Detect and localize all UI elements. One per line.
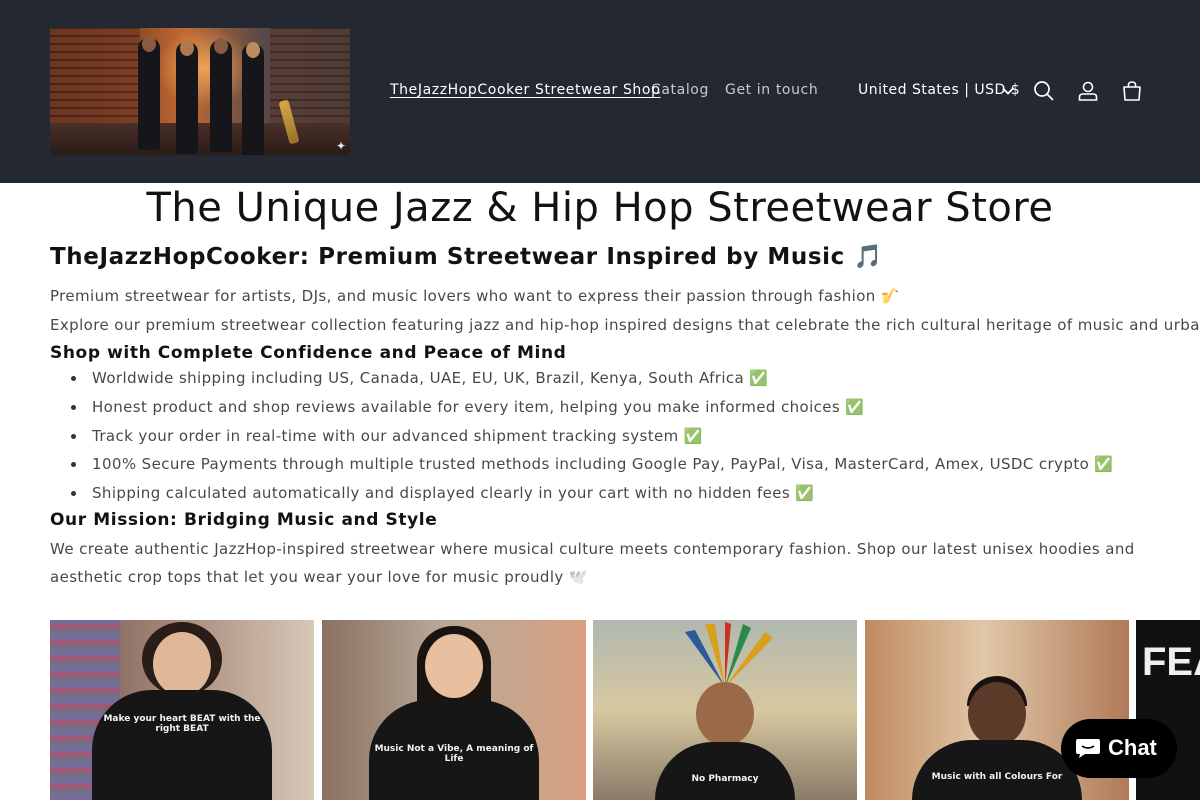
chat-label: Chat — [1108, 735, 1157, 760]
mission-paragraph: We create authentic JazzHop-inspired str… — [50, 540, 1135, 586]
logo-person — [176, 40, 198, 154]
logo-person — [138, 36, 160, 150]
model-face — [968, 682, 1026, 746]
list-item: Shipping calculated automatically and di… — [50, 482, 1113, 511]
chevron-down-icon[interactable] — [1001, 84, 1015, 98]
product-card[interactable]: No Pharmacy — [593, 620, 857, 800]
logo-person-head — [142, 36, 156, 52]
logo-light-glow — [155, 28, 255, 108]
product-card[interactable]: Music Not a Vibe, A meaning of Life — [322, 620, 586, 800]
list-item: 100% Secure Payments through multiple tr… — [50, 453, 1113, 482]
nav-link-catalog[interactable]: Catalog — [651, 82, 709, 98]
product-card[interactable]: Make your heart BEAT with the right BEAT — [50, 620, 314, 800]
product-tank-top: No Pharmacy — [655, 742, 795, 800]
intro-paragraph: Explore our premium streetwear collectio… — [50, 316, 1200, 334]
confidence-heading: Shop with Complete Confidence and Peace … — [50, 343, 567, 363]
chat-bubble-icon — [1076, 739, 1100, 758]
model-face — [425, 634, 483, 698]
logo-person-head — [246, 42, 260, 58]
banner-text: FEA HO — [1142, 640, 1200, 684]
shirt-print-text: No Pharmacy — [691, 774, 759, 784]
logo-person-head — [214, 38, 228, 54]
site-header: ✦ TheJazzHopCooker Streetwear Shop Catal… — [0, 0, 1200, 183]
model-face — [696, 682, 754, 746]
list-item: Track your order in real-time with our a… — [50, 425, 1113, 454]
confidence-list: Worldwide shipping including US, Canada,… — [50, 367, 1113, 511]
country-selector[interactable]: United States | USD $ — [858, 82, 1020, 98]
sparkle-icon: ✦ — [335, 139, 346, 153]
intro-paragraph: Premium streetwear for artists, DJs, and… — [50, 287, 900, 305]
model-face — [153, 632, 211, 696]
page-title: The Unique Jazz & Hip Hop Streetwear Sto… — [146, 185, 1054, 231]
nav-link-home[interactable]: TheJazzHopCooker Streetwear Shop — [390, 82, 661, 98]
store-logo[interactable]: ✦ — [50, 28, 350, 155]
account-icon[interactable] — [1076, 79, 1100, 103]
shirt-print-text: Music with all Colours For — [931, 772, 1063, 782]
list-item: Worldwide shipping including US, Canada,… — [50, 367, 1113, 396]
list-item: Honest product and shop reviews availabl… — [50, 396, 1113, 425]
page-subtitle: TheJazzHopCooker: Premium Streetwear Ins… — [50, 244, 883, 270]
mission-heading: Our Mission: Bridging Music and Style — [50, 510, 438, 530]
logo-person-head — [180, 40, 194, 56]
logo-person — [242, 42, 264, 155]
cart-icon[interactable] — [1120, 79, 1144, 103]
product-shirt: Music with all Colours For — [912, 740, 1082, 800]
nav-link-contact[interactable]: Get in touch — [725, 82, 818, 98]
shirt-print-text: Make your heart BEAT with the right BEAT — [103, 714, 261, 734]
product-hoodie: Music Not a Vibe, A meaning of Life — [369, 700, 539, 800]
logo-person — [210, 38, 232, 152]
search-icon[interactable] — [1032, 79, 1056, 103]
product-shirt: Make your heart BEAT with the right BEAT — [92, 690, 272, 800]
logo-ground — [50, 123, 350, 155]
shirt-print-text: Music Not a Vibe, A meaning of Life — [374, 744, 534, 764]
chat-button[interactable]: Chat — [1061, 719, 1177, 778]
